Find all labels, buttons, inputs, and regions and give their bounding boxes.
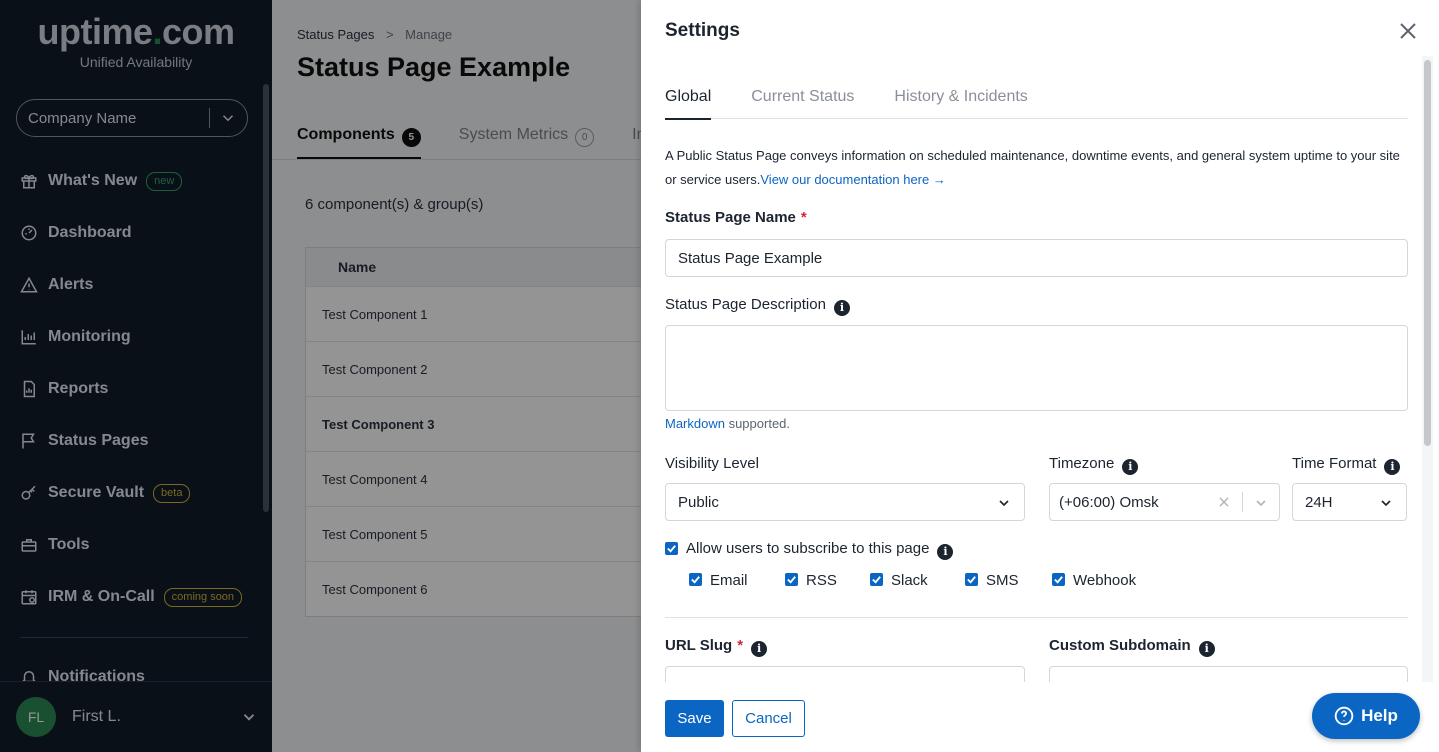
timezone-label: Timezone i <box>1049 455 1139 475</box>
timezone-select[interactable]: (+06:00) Omsk <box>1049 483 1280 521</box>
select-divider <box>1242 492 1243 512</box>
check-icon <box>872 576 881 584</box>
info-icon[interactable]: i <box>833 300 850 316</box>
clear-icon[interactable] <box>1217 495 1231 509</box>
tab-history-incidents[interactable]: History & Incidents <box>894 88 1027 119</box>
info-icon[interactable]: i <box>937 544 954 560</box>
slack-checkbox[interactable] <box>870 573 883 586</box>
check-icon <box>787 576 796 584</box>
save-button[interactable]: Save <box>665 700 724 737</box>
visibility-level-label: Visibility Level <box>665 455 759 472</box>
help-label: Help <box>1361 706 1398 725</box>
markdown-link[interactable]: Markdown <box>665 416 725 431</box>
info-icon[interactable]: i <box>751 641 768 657</box>
sms-checkbox[interactable] <box>965 573 978 586</box>
settings-scrollbar[interactable] <box>1424 60 1431 446</box>
rss-checkbox[interactable] <box>785 573 798 586</box>
status-page-name-input[interactable]: Status Page Example <box>665 239 1408 277</box>
info-icon[interactable]: i <box>1384 459 1401 475</box>
chevron-down-icon <box>999 500 1009 507</box>
subscribe-label: Allow users to subscribe to this page i <box>686 540 954 560</box>
check-icon <box>1054 576 1063 584</box>
cancel-button[interactable]: Cancel <box>732 700 805 737</box>
time-format-select[interactable]: 24H <box>1292 483 1407 521</box>
webhook-label: Webhook <box>1073 572 1137 589</box>
url-slug-label: URL Slug * i <box>665 637 768 657</box>
settings-tabs: Global Current Status History & Incident… <box>665 88 1408 120</box>
time-format-label: Time Format i <box>1292 455 1401 475</box>
question-icon <box>1334 706 1354 726</box>
status-page-description-label: Status Page Description i <box>665 296 850 316</box>
chevron-down-icon <box>1381 500 1391 507</box>
subscribe-checkbox[interactable] <box>665 542 678 555</box>
slack-label: Slack <box>891 572 928 589</box>
rss-label: RSS <box>806 572 837 589</box>
email-label: Email <box>710 572 748 589</box>
status-page-description-input[interactable] <box>665 325 1408 411</box>
markdown-hint: Markdown supported. <box>665 416 791 431</box>
check-icon <box>667 545 676 553</box>
check-icon <box>691 576 700 584</box>
visibility-level-select[interactable]: Public <box>665 483 1025 521</box>
section-divider <box>665 617 1408 618</box>
settings-panel: Settings Global Current Status History &… <box>641 0 1439 752</box>
custom-subdomain-label: Custom Subdomain i <box>1049 637 1215 657</box>
intro-text: A Public Status Page conveys information… <box>665 148 1400 187</box>
tab-current-status[interactable]: Current Status <box>751 88 854 119</box>
info-icon[interactable]: i <box>1122 459 1139 475</box>
chevron-down-icon <box>1256 500 1266 507</box>
help-button[interactable]: Help <box>1312 693 1420 739</box>
settings-form: A Public Status Page conveys information… <box>641 120 1422 682</box>
info-icon[interactable]: i <box>1198 641 1215 657</box>
documentation-link[interactable]: View our documentation here → <box>760 172 945 187</box>
custom-subdomain-input[interactable] <box>1049 666 1408 682</box>
sms-label: SMS <box>986 572 1019 589</box>
url-slug-input[interactable] <box>665 666 1025 682</box>
settings-title: Settings <box>665 20 740 41</box>
webhook-checkbox[interactable] <box>1052 573 1065 586</box>
check-icon <box>967 576 976 584</box>
email-checkbox[interactable] <box>689 573 702 586</box>
tab-global[interactable]: Global <box>665 88 712 120</box>
close-icon[interactable] <box>1396 19 1420 43</box>
status-page-name-label: Status Page Name * <box>665 209 807 226</box>
